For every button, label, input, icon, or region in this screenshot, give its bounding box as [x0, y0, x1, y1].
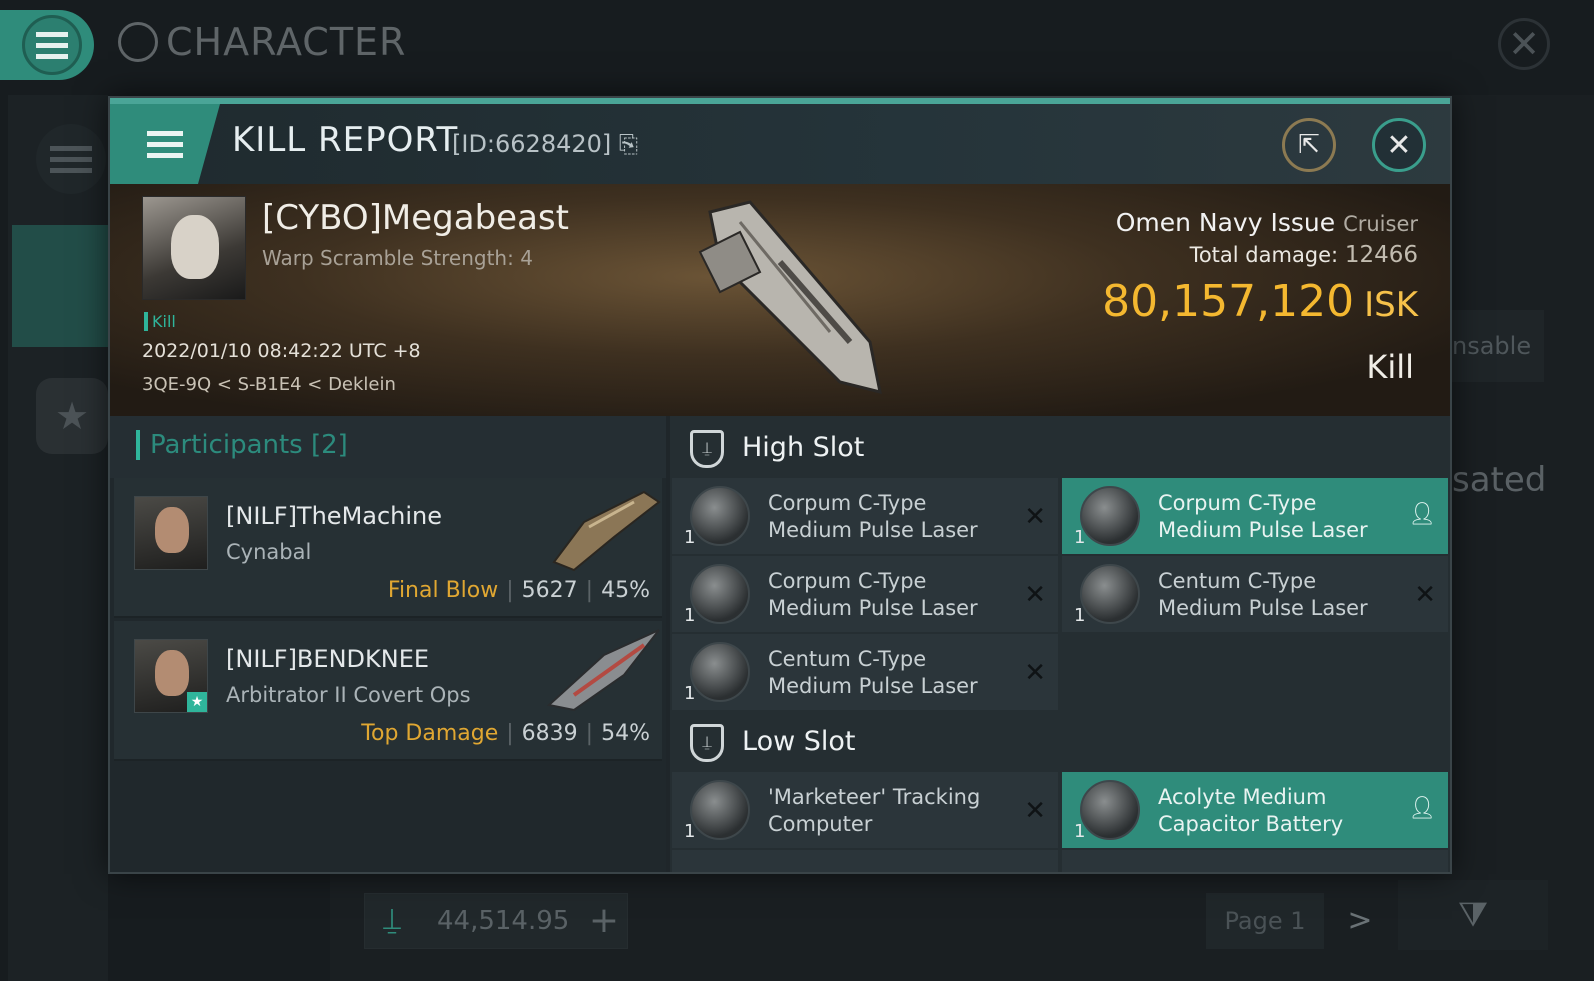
module-item[interactable]: 1 Centum C-Type Medium Pulse Laser ✕	[672, 634, 1058, 710]
next-page-button[interactable]: >	[1340, 893, 1380, 949]
victim-banner: [CYBO]Megabeast Warp Scramble Strength: …	[110, 184, 1450, 416]
high-slot-header: ⍊ High Slot	[670, 416, 1450, 478]
participant-name[interactable]: [NILF]BENDKNEE	[226, 645, 429, 673]
external-link-icon: ⇱	[1298, 130, 1320, 160]
modal-menu-button[interactable]	[110, 104, 220, 184]
page-indicator: Page 1	[1206, 893, 1324, 949]
laser-icon	[690, 486, 750, 546]
module-item[interactable]: 1 Centum C-Type Medium Pulse Laser ✕	[1062, 556, 1448, 632]
destroyed-icon: ✕	[1024, 658, 1046, 688]
laser-icon	[690, 642, 750, 702]
screen: CHARACTER ✕ ★ nsable sated ⍊ 44,514.95 +…	[0, 0, 1594, 981]
capacitor-battery-icon	[1080, 780, 1140, 840]
module-item[interactable]: 1 Corpum C-Type Medium Pulse Laser 👤︎	[1062, 478, 1448, 554]
victim-portrait[interactable]	[142, 196, 246, 300]
victim-ship[interactable]: Omen Navy Issue Cruiser	[1116, 208, 1418, 237]
victim-name[interactable]: [CYBO]Megabeast	[262, 198, 569, 238]
tracking-computer-icon	[690, 780, 750, 840]
module-item[interactable]: 1 Corpum C-Type Medium Pulse Laser ✕	[672, 478, 1058, 554]
participant-ship-image	[552, 490, 661, 572]
close-button[interactable]: ✕	[1372, 118, 1426, 172]
participant-row[interactable]: ★ [NILF]BENDKNEE Arbitrator II Covert Op…	[114, 621, 662, 761]
module-item[interactable]: 1 Corpum C-Type Medium Pulse Laser ✕	[672, 556, 1058, 632]
participants-header: Participants [2]	[110, 416, 666, 478]
modal-title: KILL REPORT	[232, 120, 459, 160]
participant-name[interactable]: [NILF]TheMachine	[226, 502, 442, 530]
kill-tag: Kill	[144, 312, 176, 331]
kill-timestamp: 2022/01/10 08:42:22 UTC +8	[142, 340, 421, 362]
background-close-button[interactable]: ✕	[1498, 18, 1550, 70]
participant-avatar[interactable]	[134, 496, 208, 570]
total-damage: Total damage: 12466	[1189, 242, 1418, 268]
module-item[interactable]: 1 Acolyte Medium Capacitor Battery 👤︎	[1062, 772, 1448, 848]
participants-panel: Participants [2] [NILF]TheMachine Cynaba…	[110, 416, 666, 872]
star-icon: ★	[187, 692, 207, 712]
character-icon	[118, 22, 158, 62]
destroyed-icon: ✕	[1024, 796, 1046, 826]
side-list-button[interactable]	[36, 124, 106, 194]
copy-icon[interactable]: ⎘	[619, 130, 638, 158]
kill-result: Kill	[1366, 348, 1414, 386]
background-text: sated	[1452, 460, 1547, 500]
warp-scramble-text: Warp Scramble Strength: 4	[262, 246, 533, 270]
isk-icon: ⍊	[383, 902, 401, 937]
participant-row[interactable]: [NILF]TheMachine Cynabal Final Blow | 5627…	[114, 478, 662, 618]
main-menu-button[interactable]	[0, 10, 94, 80]
low-slot-header: ⍊ Low Slot	[670, 710, 1450, 772]
destroyed-icon: ✕	[1024, 502, 1046, 532]
participant-ship-image	[546, 629, 660, 712]
share-button[interactable]: ⇱	[1282, 118, 1336, 172]
kill-location[interactable]: 3QE-9Q < S-B1E4 < Deklein	[142, 374, 396, 395]
participant-avatar[interactable]: ★	[134, 639, 208, 713]
destroyed-icon: ✕	[1414, 580, 1436, 610]
module-item[interactable]: 1 'Marketeer' Tracking Computer ✕	[672, 772, 1058, 848]
isk-value: 80,157,120 ISK	[1102, 276, 1418, 327]
module-item-partial[interactable]	[672, 850, 1058, 872]
add-funds-button[interactable]: +	[580, 893, 628, 949]
person-icon: 👤︎	[1408, 796, 1436, 821]
destroyed-icon: ✕	[1024, 580, 1046, 610]
laser-icon	[1080, 564, 1140, 624]
side-combat-tab[interactable]	[12, 225, 108, 347]
high-slot-icon: ⍊	[690, 430, 724, 468]
module-item-partial[interactable]	[1062, 850, 1448, 872]
laser-icon	[690, 564, 750, 624]
menu-icon	[147, 130, 183, 158]
person-icon: 👤︎	[1408, 502, 1436, 527]
laser-icon	[1080, 486, 1140, 546]
kill-report-modal: KILL REPORT [ID:6628420] ⎘ ⇱ ✕ [CYBO]Meg…	[108, 96, 1452, 874]
fitting-panel: ⍊ High Slot 1 Corpum C-Type Medium Pulse …	[670, 416, 1450, 872]
participant-stats: Final Blow | 5627 | 45%	[387, 578, 650, 603]
participant-ship: Cynabal	[226, 540, 312, 564]
background-row: nsable	[1452, 310, 1544, 382]
victim-ship-image[interactable]	[680, 192, 900, 406]
low-slot-icon: ⍊	[690, 724, 724, 762]
side-star-tab[interactable]: ★	[36, 378, 108, 454]
wallet-value: 44,514.95	[437, 906, 570, 936]
menu-icon	[22, 15, 82, 75]
character-title: CHARACTER	[118, 20, 406, 64]
close-icon: ✕	[1386, 127, 1412, 163]
filter-button[interactable]: ⧩	[1398, 880, 1548, 950]
participant-ship: Arbitrator II Covert Ops	[226, 683, 471, 707]
modal-header: KILL REPORT [ID:6628420] ⎘ ⇱ ✕	[110, 104, 1450, 184]
participant-stats: Top Damage | 6839 | 54%	[361, 721, 650, 746]
report-id[interactable]: [ID:6628420] ⎘	[452, 130, 638, 158]
